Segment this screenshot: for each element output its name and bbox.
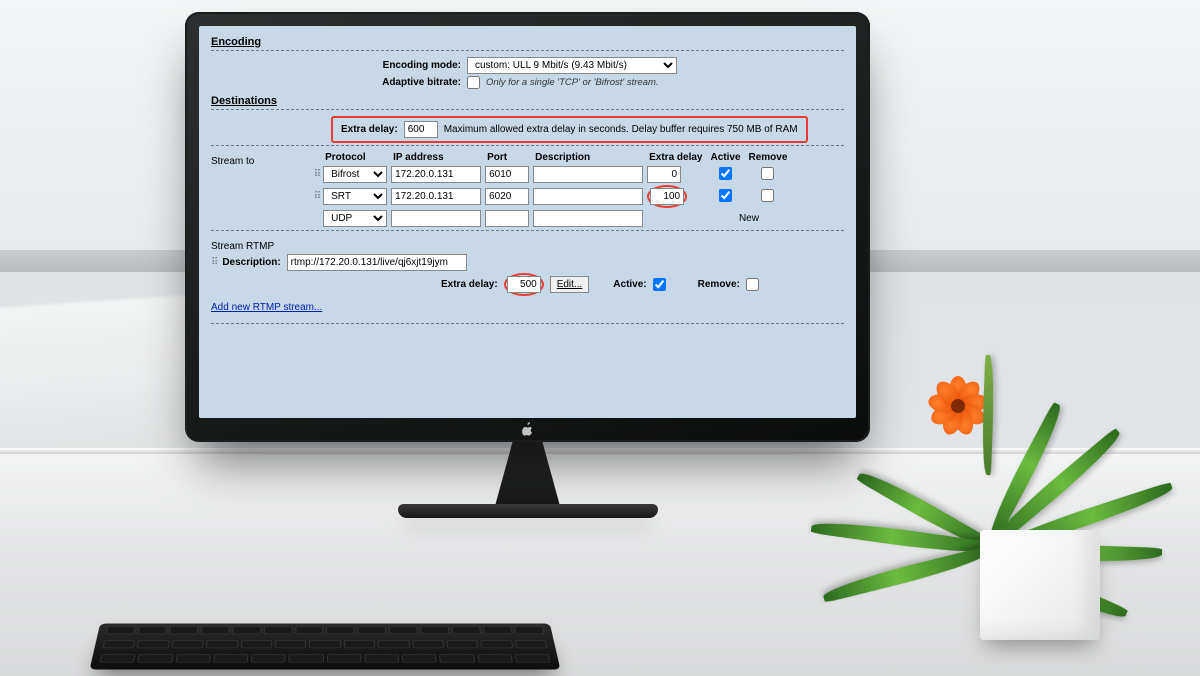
col-ip: IP address xyxy=(391,152,485,165)
description-input[interactable] xyxy=(533,210,643,227)
adaptive-bitrate-hint: Only for a single 'TCP' or 'Bifrost' str… xyxy=(486,77,659,88)
drag-handle-icon[interactable]: ⠿ xyxy=(314,169,319,180)
plant-pot xyxy=(980,530,1100,640)
col-description: Description xyxy=(533,152,647,165)
rtmp-active-checkbox[interactable] xyxy=(653,278,666,291)
new-row-label: New xyxy=(708,209,793,228)
keyboard xyxy=(90,623,561,669)
rtmp-extra-delay-highlight-circle xyxy=(504,273,544,296)
add-rtmp-stream-link[interactable]: Add new RTMP stream... xyxy=(211,302,322,313)
flower xyxy=(928,376,988,436)
port-input[interactable] xyxy=(485,210,529,227)
extra-delay-label: Extra delay: xyxy=(341,124,398,135)
rtmp-remove-checkbox[interactable] xyxy=(746,278,759,291)
ip-input[interactable] xyxy=(391,166,481,183)
table-row: UDP New xyxy=(314,209,794,228)
ip-input[interactable] xyxy=(391,188,481,205)
active-checkbox[interactable] xyxy=(719,167,732,180)
drag-handle-icon[interactable]: ⠿ xyxy=(314,191,319,202)
description-input[interactable] xyxy=(533,166,643,183)
stream-rtmp-label: Stream RTMP xyxy=(211,237,311,252)
stream-to-label: Stream to xyxy=(211,152,311,167)
divider xyxy=(211,50,844,51)
ip-input[interactable] xyxy=(391,210,481,227)
rtmp-description-input[interactable] xyxy=(287,254,467,271)
adaptive-bitrate-checkbox[interactable] xyxy=(467,76,480,89)
col-remove: Remove xyxy=(747,152,794,165)
stream-table: Protocol IP address Port Description Ext… xyxy=(314,152,794,228)
monitor: Encoding Encoding mode: custom: ULL 9 Mb… xyxy=(185,12,870,532)
app-screen: Encoding Encoding mode: custom: ULL 9 Mb… xyxy=(199,26,856,418)
port-input[interactable] xyxy=(485,166,529,183)
row-extra-delay-input[interactable] xyxy=(650,188,684,205)
stream-table-header: Protocol IP address Port Description Ext… xyxy=(314,152,794,165)
table-row: ⠿ Bifrost xyxy=(314,165,794,184)
divider xyxy=(211,323,844,324)
divider xyxy=(211,145,844,146)
row-extra-delay-input[interactable] xyxy=(647,166,681,183)
side-desk xyxy=(0,295,207,468)
monitor-stand-foot xyxy=(398,504,658,518)
monitor-stand-neck xyxy=(468,440,588,510)
extra-delay-hint: Maximum allowed extra delay in seconds. … xyxy=(444,124,798,135)
scene-background: Encoding Encoding mode: custom: ULL 9 Mb… xyxy=(0,0,1200,676)
rtmp-description-label: Description: xyxy=(222,257,280,268)
divider xyxy=(211,109,844,110)
encoding-mode-label: Encoding mode: xyxy=(321,60,461,71)
protocol-select[interactable]: SRT xyxy=(323,188,387,205)
rtmp-active-label: Active: xyxy=(613,279,646,290)
extra-delay-highlight: Extra delay: Maximum allowed extra delay… xyxy=(331,116,808,143)
extra-delay-highlight-circle xyxy=(647,185,687,208)
remove-checkbox[interactable] xyxy=(761,189,774,202)
port-input[interactable] xyxy=(485,188,529,205)
adaptive-bitrate-label: Adaptive bitrate: xyxy=(321,77,461,88)
protocol-select[interactable]: UDP xyxy=(323,210,387,227)
extra-delay-input[interactable] xyxy=(404,121,438,138)
col-extra-delay: Extra delay xyxy=(647,152,708,165)
encoding-mode-select[interactable]: custom: ULL 9 Mbit/s (9.43 Mbit/s) xyxy=(467,57,677,74)
protocol-select[interactable]: Bifrost xyxy=(323,166,387,183)
active-checkbox[interactable] xyxy=(719,189,732,202)
description-input[interactable] xyxy=(533,188,643,205)
encoding-section-title: Encoding xyxy=(211,36,844,48)
divider xyxy=(211,230,844,231)
rtmp-remove-label: Remove: xyxy=(698,279,740,290)
destinations-section-title: Destinations xyxy=(211,95,844,107)
col-port: Port xyxy=(485,152,533,165)
remove-checkbox[interactable] xyxy=(761,167,774,180)
drag-handle-icon[interactable]: ⠿ xyxy=(211,257,216,268)
apple-logo-icon xyxy=(521,422,535,436)
col-active: Active xyxy=(708,152,746,165)
monitor-bezel: Encoding Encoding mode: custom: ULL 9 Mb… xyxy=(185,12,870,442)
col-protocol: Protocol xyxy=(323,152,391,165)
rtmp-extra-delay-label: Extra delay: xyxy=(441,279,498,290)
rtmp-extra-delay-input[interactable] xyxy=(507,276,541,293)
edit-button[interactable]: Edit... xyxy=(550,276,590,293)
table-row: ⠿ SRT xyxy=(314,184,794,209)
